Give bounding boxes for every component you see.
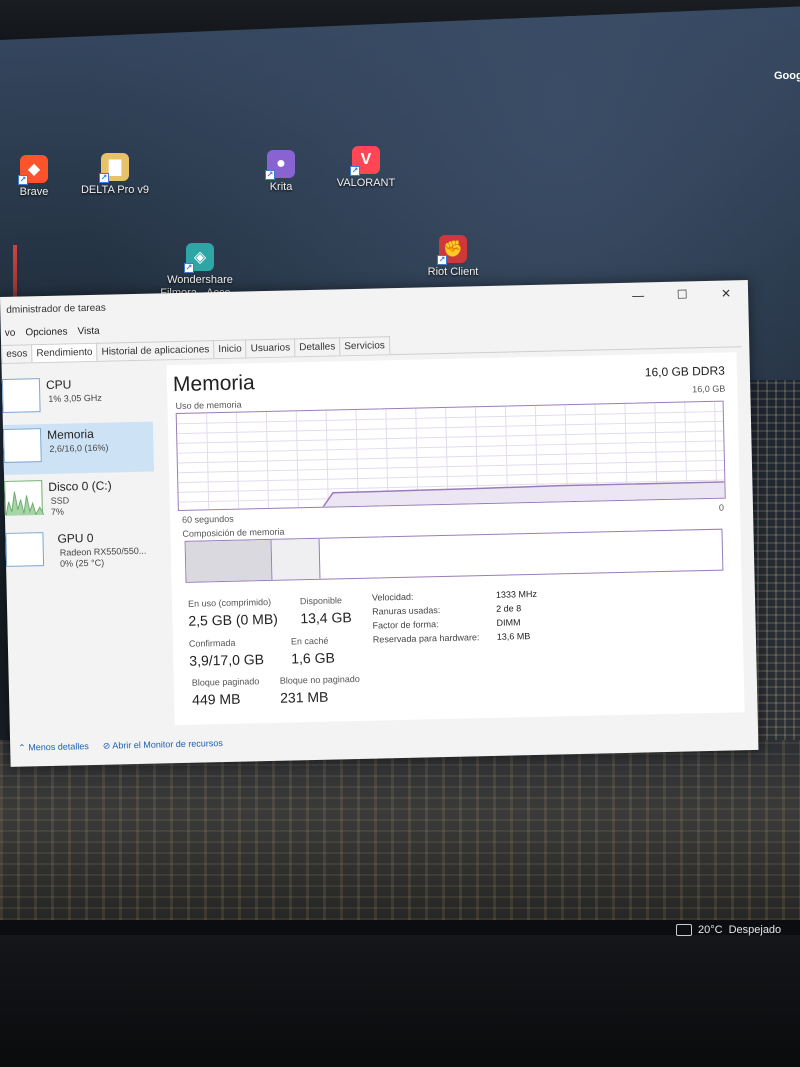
footer-links: ⌃ Menos detalles ⊘ Abrir el Monitor de r… [18, 738, 223, 754]
memory-usage-chart [176, 401, 725, 510]
weather-temperature: 20°C [698, 924, 723, 936]
slots-label: Ranuras usadas: [372, 605, 441, 617]
sidebar-item-cpu[interactable]: CPU 1% 3,05 GHz [1, 372, 153, 425]
gpu-mini-graph [5, 532, 45, 567]
paged-pool-label: Bloque paginado [191, 676, 260, 688]
chevron-up-icon: ⌃ [18, 742, 29, 753]
valorant-icon: V ↗ [350, 146, 380, 176]
memory-mini-graph [2, 428, 42, 463]
menu-options[interactable]: Opciones [25, 326, 67, 338]
disk-activity-graph [5, 491, 45, 517]
folder-icon: ▇ ↗ [99, 153, 129, 183]
task-manager-window: dministrador de tareas — ☐ ✕ vo Opciones… [0, 280, 759, 767]
brave-icon: ◆ ↗ [18, 155, 48, 185]
committed-value: 3,9/17,0 GB [189, 651, 265, 669]
window-title: dministrador de tareas [6, 302, 106, 316]
nonpaged-pool-label: Bloque no paginado [279, 673, 360, 686]
memory-type: 16,0 GB DDR3 [644, 363, 726, 380]
menu-view[interactable]: Vista [77, 326, 99, 337]
desktop-icon-riot-client[interactable]: ✊ ↗ Riot Client [408, 235, 498, 279]
usage-max: 16,0 GB [692, 383, 726, 395]
window-controls: — ☐ ✕ [616, 280, 749, 309]
tab-services[interactable]: Servicios [339, 336, 391, 356]
tab-startup[interactable]: Inicio [213, 339, 247, 359]
filmora-icon: ◈ ↗ [184, 243, 214, 273]
available-value: 13,4 GB [300, 609, 352, 627]
tab-performance[interactable]: Rendimiento [31, 342, 98, 363]
sidebar-item-memory[interactable]: Memoria 2,6/16,0 (16%) [2, 421, 154, 475]
memory-usage-area [323, 481, 725, 507]
slots-value: 2 de 8 [496, 603, 522, 614]
graph-time-left: 60 segundos [181, 513, 234, 525]
resource-monitor-link[interactable]: ⊘ Abrir el Monitor de recursos [103, 738, 223, 752]
tab-users[interactable]: Usuarios [245, 338, 296, 358]
composition-in-use [185, 539, 273, 582]
graph-time-right: 0 [718, 502, 725, 513]
menu-file[interactable]: vo [5, 328, 16, 339]
page-title: Memoria [172, 371, 255, 397]
paged-pool-value: 449 MB [192, 690, 241, 708]
sidebar-item-gpu[interactable]: GPU 0 Radeon RX550/550... 0% (25 °C) [5, 526, 156, 579]
maximize-button[interactable]: ☐ [660, 281, 705, 308]
close-button[interactable]: ✕ [704, 280, 749, 307]
composition-modified [271, 538, 321, 580]
desktop-icon-krita[interactable]: ● ↗ Krita [236, 150, 326, 194]
desktop-icon-brave[interactable]: ◆ ↗ Brave [0, 155, 79, 199]
monitor-bezel-bottom [0, 935, 800, 1067]
form-factor-label: Factor de forma: [372, 619, 439, 631]
memory-usage-graph [175, 400, 726, 512]
speed-label: Velocidad: [371, 591, 414, 603]
city-wallpaper-bottom [0, 740, 800, 920]
hardware-reserved-label: Reservada para hardware: [372, 632, 480, 645]
tab-details[interactable]: Detalles [293, 337, 341, 357]
performance-sidebar: CPU 1% 3,05 GHz Memoria 2,6/16,0 (16%) D… [1, 366, 160, 729]
in-use-label: En uso (comprimido) [187, 596, 272, 609]
tab-app-history[interactable]: Historial de aplicaciones [96, 340, 215, 361]
form-factor-value: DIMM [496, 617, 521, 628]
menu-bar: vo Opciones Vista [5, 326, 100, 339]
sidebar-item-disk[interactable]: Disco 0 (C:) SSD 7% [4, 474, 155, 527]
usage-label: Uso de memoria [175, 399, 242, 412]
memory-panel: Memoria 16,0 GB DDR3 Uso de memoria 16,0… [166, 352, 745, 726]
cached-value: 1,6 GB [291, 649, 336, 667]
tab-processes[interactable]: esos [1, 344, 33, 363]
speed-value: 1333 MHz [495, 588, 538, 600]
weather-icon [676, 924, 692, 936]
cached-label: En caché [290, 635, 329, 647]
riot-fist-icon: ✊ ↗ [437, 235, 467, 265]
desktop-icon-google-label[interactable]: Goog [774, 70, 800, 82]
available-label: Disponible [299, 595, 343, 607]
desktop-icon-delta-pro[interactable]: ▇ ↗ DELTA Pro v9 [70, 153, 160, 197]
minimize-button[interactable]: — [616, 282, 661, 309]
taskbar-weather[interactable]: 20°C Despejado [676, 924, 781, 936]
fewer-details-link[interactable]: ⌃ Menos detalles [18, 741, 89, 754]
desktop-icon-valorant[interactable]: V ↗ VALORANT [321, 146, 411, 190]
committed-label: Confirmada [188, 637, 236, 649]
cpu-mini-graph [1, 378, 41, 413]
krita-icon: ● ↗ [265, 150, 295, 180]
composition-label: Composición de memoria [182, 526, 285, 539]
weather-condition: Despejado [728, 924, 782, 936]
resource-monitor-icon: ⊘ [102, 740, 113, 751]
disk-mini-graph [4, 480, 45, 517]
in-use-value: 2,5 GB (0 MB) [188, 610, 279, 629]
nonpaged-pool-value: 231 MB [279, 688, 329, 706]
hardware-reserved-value: 13,6 MB [496, 631, 531, 642]
